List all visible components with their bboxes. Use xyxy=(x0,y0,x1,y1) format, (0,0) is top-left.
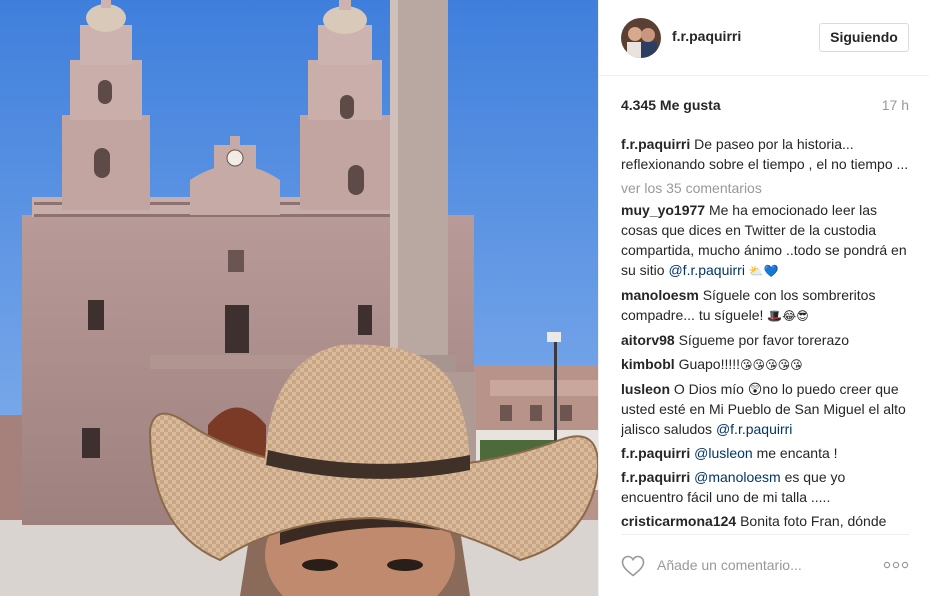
comment-username[interactable]: kimbobl xyxy=(621,356,675,372)
comment-item: f.r.paquirri @lusleon me encanta ! xyxy=(621,443,911,463)
heart-outline-icon xyxy=(621,555,645,577)
comment-item: muy_yo1977 Me ha emocionado leer las cos… xyxy=(621,200,911,281)
more-options-icon xyxy=(883,561,909,569)
add-comment-input[interactable] xyxy=(657,551,857,579)
comment-item: aitorv98 Sígueme por favor torerazo xyxy=(621,330,911,350)
likes-count[interactable]: 4.345 Me gusta xyxy=(621,97,721,113)
more-options-button[interactable] xyxy=(882,557,910,573)
comment-mention[interactable]: @lusleon xyxy=(694,445,753,461)
comment-username[interactable]: f.r.paquirri xyxy=(621,445,690,461)
post-header: f.r.paquirri Siguiendo xyxy=(599,0,929,76)
comment-text: Guapo!!!!! xyxy=(678,356,741,372)
comment-item: manoloesm Síguele con los sombreritos co… xyxy=(621,285,911,326)
caption-username[interactable]: f.r.paquirri xyxy=(621,136,690,152)
comment-item: cristicarmona124 Bonita foto Fran, dónde xyxy=(621,511,911,531)
comment-emoji: 😘😘😘😘😘 xyxy=(740,358,803,372)
avatar[interactable] xyxy=(621,18,661,58)
comment-mention[interactable]: @manoloesm xyxy=(694,469,781,485)
comment-emoji: 🎩😂😎 xyxy=(767,309,809,323)
post-side-panel: f.r.paquirri Siguiendo 4.345 Me gusta 17… xyxy=(598,0,929,596)
comment-mention[interactable]: @f.r.paquirri xyxy=(668,262,744,278)
comment-item: kimbobl Guapo!!!!!😘😘😘😘😘 xyxy=(621,354,911,375)
comment-emoji: ⛅💙 xyxy=(748,264,779,278)
comment-item: lusleon O Dios mío 😲no lo puedo creer qu… xyxy=(621,379,911,439)
comment-username[interactable]: muy_yo1977 xyxy=(621,202,705,218)
comment-mention[interactable]: @f.r.paquirri xyxy=(716,421,792,437)
comment-text: me encanta ! xyxy=(756,445,838,461)
comment-username[interactable]: manoloesm xyxy=(621,287,699,303)
comment-username[interactable]: cristicarmona124 xyxy=(621,513,736,529)
likes-row: 4.345 Me gusta 17 h xyxy=(621,96,909,116)
comment-username[interactable]: f.r.paquirri xyxy=(621,469,690,485)
instagram-post: f.r.paquirri Siguiendo 4.345 Me gusta 17… xyxy=(0,0,929,596)
comment-text: Sígueme por favor torerazo xyxy=(678,332,850,348)
avatar-image xyxy=(621,18,661,58)
like-button[interactable] xyxy=(621,555,645,577)
comments-list[interactable]: f.r.paquirri De paseo por la historia...… xyxy=(621,134,911,534)
post-photo[interactable] xyxy=(0,0,598,596)
view-all-comments-link[interactable]: ver los 35 comentarios xyxy=(621,178,911,198)
comment-text: Bonita foto Fran, dónde xyxy=(740,513,887,529)
comment-item: f.r.paquirri @manoloesm es que yo encuen… xyxy=(621,467,911,507)
post-timestamp[interactable]: 17 h xyxy=(882,97,909,113)
caption: f.r.paquirri De paseo por la historia...… xyxy=(621,134,911,174)
following-button[interactable]: Siguiendo xyxy=(819,23,909,52)
comment-username[interactable]: lusleon xyxy=(621,381,670,397)
photo-illustration xyxy=(0,0,598,596)
comment-username[interactable]: aitorv98 xyxy=(621,332,675,348)
post-username[interactable]: f.r.paquirri xyxy=(672,28,741,44)
comment-footer xyxy=(599,535,929,596)
